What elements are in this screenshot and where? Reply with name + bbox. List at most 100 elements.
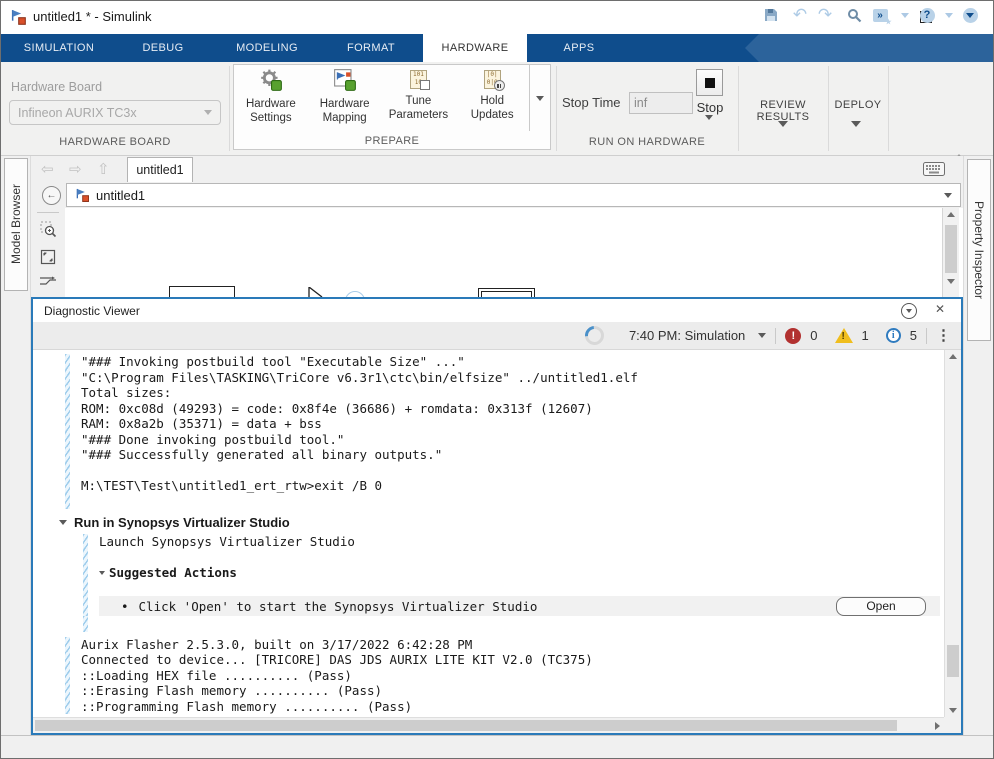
help-icon: ? bbox=[920, 8, 935, 23]
tab-hardware[interactable]: HARDWARE bbox=[423, 34, 527, 62]
help-button[interactable]: ? bbox=[917, 1, 937, 29]
warning-count[interactable]: 1 bbox=[862, 328, 869, 343]
suggested-action-row: • Click 'Open' to start the Synopsys Vir… bbox=[83, 596, 944, 616]
partial-block[interactable] bbox=[169, 286, 235, 297]
search-icon bbox=[847, 8, 862, 23]
action-text: Click 'Open' to start the Synopsys Virtu… bbox=[139, 599, 538, 614]
breadcrumb-label: untitled1 bbox=[96, 188, 145, 203]
collapse-ribbon-button[interactable] bbox=[954, 137, 964, 155]
hold-updates-button[interactable]: |0|0|0 Hold Updates bbox=[455, 65, 529, 131]
zoom-in-icon[interactable] bbox=[40, 221, 57, 238]
prepare-section: Hardware Settings Hardware Mapping 10110 bbox=[233, 64, 551, 150]
tune-parameters-button[interactable]: 10110 Tune Parameters bbox=[382, 65, 456, 131]
chevron-down-icon bbox=[705, 115, 713, 137]
prepare-section-label: PREPARE bbox=[234, 131, 550, 147]
partial-gain-block[interactable] bbox=[308, 287, 324, 297]
scroll-down-icon[interactable] bbox=[947, 279, 955, 284]
log-line: "### Successfully generated all binary o… bbox=[65, 447, 944, 463]
error-count[interactable]: 0 bbox=[810, 328, 817, 343]
scroll-down-icon[interactable] bbox=[949, 708, 957, 713]
section-divider bbox=[556, 66, 557, 151]
hide-browser-button[interactable]: ← bbox=[42, 186, 61, 205]
log-line bbox=[83, 581, 944, 597]
help-dropdown[interactable] bbox=[942, 1, 956, 29]
keyboard-shortcuts-icon[interactable] bbox=[923, 162, 945, 176]
open-button[interactable]: Open bbox=[836, 597, 926, 616]
log-line: Total sizes: bbox=[65, 385, 944, 401]
review-results-dropdown[interactable] bbox=[778, 127, 788, 145]
redo-icon: ↷ bbox=[818, 5, 832, 25]
scroll-right-icon[interactable] bbox=[935, 722, 940, 730]
signal-lines-icon[interactable] bbox=[39, 276, 57, 288]
diagnostic-viewer-title: Diagnostic Viewer bbox=[44, 304, 140, 318]
search-button[interactable] bbox=[844, 1, 864, 29]
panel-close-button[interactable]: ✕ bbox=[935, 302, 945, 316]
hardware-settings-button[interactable]: Hardware Settings bbox=[234, 65, 308, 131]
tab-debug[interactable]: DEBUG bbox=[111, 34, 215, 62]
tab-apps[interactable]: APPS bbox=[527, 34, 631, 62]
model-browser-tab[interactable]: Model Browser bbox=[4, 158, 28, 291]
scroll-up-icon[interactable] bbox=[949, 354, 957, 359]
log-line bbox=[83, 550, 944, 566]
info-count[interactable]: 5 bbox=[910, 328, 917, 343]
chevron-down-icon bbox=[778, 121, 788, 144]
info-badge-icon: i bbox=[886, 328, 901, 343]
deploy-dropdown[interactable] bbox=[851, 127, 861, 145]
hardware-board-section-label: HARDWARE BOARD bbox=[1, 136, 229, 148]
collapse-triangle-icon bbox=[99, 571, 105, 575]
fit-to-view-icon[interactable] bbox=[40, 249, 56, 265]
busy-spinner-icon bbox=[581, 322, 608, 349]
partial-scope-block[interactable] bbox=[478, 288, 535, 297]
panel-layout-icon: » ★ bbox=[873, 9, 888, 22]
log-line: ROM: 0xc08d (49293) = code: 0x8f4e (3668… bbox=[65, 401, 944, 417]
circle-chevron-down-icon bbox=[963, 8, 978, 23]
scroll-up-icon[interactable] bbox=[947, 212, 955, 217]
left-arrow-icon: ← bbox=[47, 190, 57, 201]
breadcrumb[interactable]: untitled1 bbox=[66, 183, 961, 207]
model-canvas[interactable] bbox=[65, 208, 942, 297]
chevron-down-icon[interactable] bbox=[944, 193, 952, 198]
document-tab-untitled1[interactable]: untitled1 bbox=[127, 157, 193, 182]
bullet-icon: • bbox=[121, 599, 129, 614]
hardware-mapping-button[interactable]: Hardware Mapping bbox=[308, 65, 382, 131]
scrollbar-thumb[interactable] bbox=[35, 720, 897, 731]
stop-button[interactable] bbox=[696, 69, 723, 96]
tab-simulation[interactable]: SIMULATION bbox=[7, 34, 111, 62]
canvas-vertical-scrollbar[interactable] bbox=[942, 208, 959, 297]
chevron-down-icon[interactable] bbox=[758, 333, 766, 338]
nav-forward-button[interactable]: ⇨ bbox=[69, 160, 82, 178]
layout-options-button[interactable]: » ★ bbox=[869, 1, 891, 29]
synopsys-section-header[interactable]: Run in Synopsys Virtualizer Studio bbox=[59, 515, 944, 530]
nav-up-button[interactable]: ⇧ bbox=[97, 160, 110, 178]
panel-menu-button[interactable] bbox=[901, 303, 917, 319]
diagnostic-viewer-header: Diagnostic Viewer ✕ bbox=[33, 299, 961, 322]
property-inspector-tab[interactable]: Property Inspector bbox=[967, 159, 991, 341]
nav-back-button[interactable]: ⇦ bbox=[41, 160, 54, 178]
suggested-actions-header[interactable]: Suggested Actions bbox=[83, 565, 944, 581]
session-selector-label[interactable]: 7:40 PM: Simulation bbox=[629, 328, 745, 343]
diagnostic-vertical-scrollbar[interactable] bbox=[944, 350, 961, 717]
section-divider bbox=[229, 66, 230, 151]
log-line: Connected to device... [TRICORE] DAS JDS… bbox=[65, 652, 944, 668]
kebab-menu-icon[interactable]: ⋮ bbox=[936, 329, 951, 343]
simulink-window: untitled1 * - Simulink ✕ SIMULATION DEBU… bbox=[0, 0, 994, 759]
chevron-down-icon bbox=[906, 309, 912, 313]
save-button[interactable] bbox=[761, 1, 781, 29]
layout-dropdown[interactable] bbox=[898, 1, 912, 29]
status-bar: Running the model on 'Infineon AURIX TC3… bbox=[1, 735, 993, 759]
redo-button[interactable]: ↷ bbox=[815, 1, 835, 29]
stop-button-label: Stop bbox=[686, 100, 734, 115]
stop-time-input[interactable] bbox=[629, 92, 693, 114]
scrollbar-thumb[interactable] bbox=[945, 225, 957, 273]
simulink-model-icon bbox=[75, 188, 90, 203]
log-line bbox=[65, 494, 944, 510]
prepare-gallery-dropdown[interactable] bbox=[529, 65, 550, 131]
undo-button[interactable]: ↶ bbox=[790, 1, 810, 29]
tab-modeling[interactable]: MODELING bbox=[215, 34, 319, 62]
scrollbar-thumb[interactable] bbox=[947, 645, 959, 677]
log-line: Launch Synopsys Virtualizer Studio bbox=[83, 534, 944, 550]
diagnostic-horizontal-scrollbar[interactable] bbox=[33, 717, 944, 733]
tab-format[interactable]: FORMAT bbox=[319, 34, 423, 62]
minimize-toolstrip-button[interactable] bbox=[959, 1, 981, 29]
hardware-board-select[interactable]: Infineon AURIX TC3x bbox=[9, 100, 221, 125]
